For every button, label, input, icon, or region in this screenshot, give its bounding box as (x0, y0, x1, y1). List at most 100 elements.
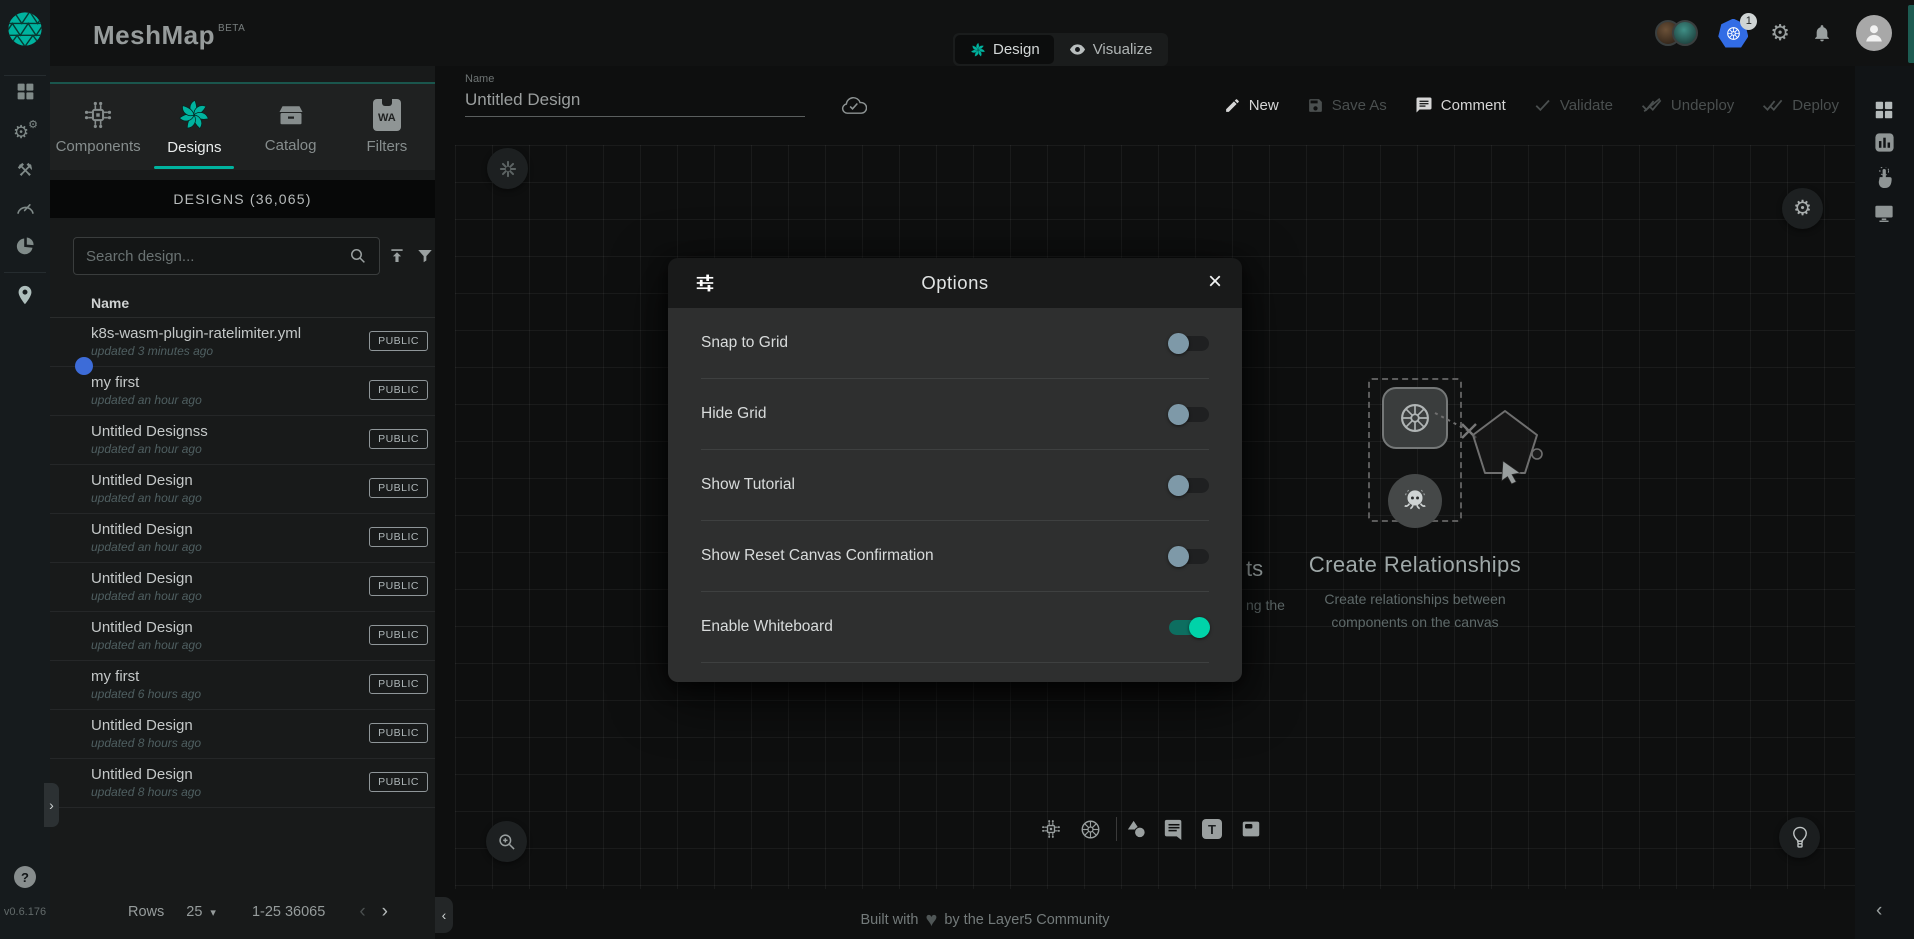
air-balloon-icon (1789, 826, 1811, 850)
tab-design[interactable]: Design (955, 35, 1054, 64)
snap-to-grid-toggle[interactable] (1169, 336, 1209, 351)
design-row[interactable]: Untitled Design updated an hour ago PUBL… (50, 514, 435, 563)
search-input[interactable] (73, 237, 380, 275)
reset-canvas-confirmation-toggle[interactable] (1169, 549, 1209, 564)
publish-balloon-button[interactable] (1779, 817, 1820, 858)
tab-filters[interactable]: WA Filters (339, 84, 435, 170)
header-right-cluster: 1 ⚙ (1655, 0, 1892, 66)
analytics-panel-icon[interactable] (1872, 130, 1896, 154)
performance-gauge-icon[interactable] (0, 192, 50, 222)
design-name-field: Name (465, 73, 805, 117)
undeploy-button[interactable]: Undeploy (1641, 97, 1734, 114)
deploy-button[interactable]: Deploy (1762, 97, 1839, 114)
cloud-saved-icon (840, 93, 867, 115)
dock-kubernetes-icon[interactable] (1078, 817, 1102, 841)
options-modal: Options × Snap to Grid Hide Grid Show Tu… (668, 258, 1242, 682)
dock-media-icon[interactable] (1239, 817, 1263, 841)
meshmap-app: ⚙ ⚙ ⚒ ? v0.6.176 › MeshMap BETA (0, 0, 1914, 939)
chevron-down-icon[interactable]: ▾ (210, 906, 216, 919)
components-circuit-icon (81, 99, 115, 131)
left-drawer-collapse-icon[interactable]: ‹ (435, 897, 453, 933)
design-updated: updated 8 hours ago (91, 736, 201, 750)
dock-component-icon[interactable] (1039, 817, 1063, 841)
visibility-badge: PUBLIC (369, 478, 428, 498)
design-row[interactable]: Untitled Design updated 8 hours ago PUBL… (50, 710, 435, 759)
comment-button[interactable]: Comment (1415, 96, 1506, 114)
hide-grid-toggle[interactable] (1169, 407, 1209, 422)
option-row-enable-whiteboard: Enable Whiteboard (701, 592, 1209, 663)
k8s-context-switcher[interactable]: 1 (1718, 19, 1748, 48)
close-icon[interactable]: × (1208, 268, 1222, 297)
list-column-header: Name (50, 295, 435, 318)
right-tools-rail: ‹ (1855, 66, 1914, 939)
rows-per-page-select[interactable]: 25 (186, 904, 202, 920)
user-avatar[interactable] (1856, 15, 1892, 51)
design-row[interactable]: Untitled Design updated an hour ago PUBL… (50, 563, 435, 612)
meshmap-pinwheel-icon (969, 41, 987, 59)
sidebar-expand-handle[interactable]: › (44, 783, 59, 827)
configuration-tools-icon[interactable]: ⚒ (0, 155, 50, 185)
dock-text-icon[interactable]: T (1200, 817, 1224, 841)
design-name: k8s-wasm-plugin-ratelimiter.yml (91, 325, 301, 342)
design-row[interactable]: Untitled Design updated 8 hours ago PUBL… (50, 759, 435, 808)
lifecycle-gears-icon[interactable]: ⚙ ⚙ (0, 117, 50, 147)
prev-page-button[interactable]: ‹ (359, 901, 365, 923)
enable-whiteboard-toggle[interactable] (1169, 620, 1209, 635)
tab-components[interactable]: Components (50, 84, 146, 170)
design-row[interactable]: my first updated an hour ago PUBLIC (50, 367, 435, 416)
notifications-bell-icon[interactable] (1812, 23, 1832, 43)
design-row[interactable]: Untitled Designss updated an hour ago PU… (50, 416, 435, 465)
wasm-filter-icon: WA (373, 99, 401, 131)
import-design-icon[interactable] (388, 247, 406, 265)
dock-comment-icon[interactable] (1162, 817, 1186, 841)
catalog-drawer-icon (275, 100, 307, 130)
search-icon[interactable] (349, 247, 367, 265)
designs-pinwheel-icon (176, 98, 212, 132)
dashboard-icon[interactable] (0, 76, 50, 106)
canvas-settings-button[interactable]: ⚙ (1782, 188, 1823, 229)
design-row[interactable]: Untitled Design updated an hour ago PUBL… (50, 612, 435, 661)
new-button[interactable]: New (1224, 97, 1279, 114)
tab-designs[interactable]: Designs (146, 84, 242, 170)
widgets-grid-icon[interactable] (1872, 98, 1896, 122)
column-name-label: Name (91, 295, 129, 311)
meshmap-pin-icon[interactable] (0, 280, 50, 310)
show-tutorial-toggle[interactable] (1169, 478, 1209, 493)
design-row[interactable]: k8s-wasm-plugin-ratelimiter.yml updated … (50, 318, 435, 367)
option-row-hide-grid: Hide Grid (701, 379, 1209, 450)
visibility-badge: PUBLIC (369, 527, 428, 547)
option-row-snap-to-grid: Snap to Grid (701, 308, 1209, 379)
layer5-logo-icon[interactable] (6, 10, 44, 48)
options-modal-header[interactable]: Options × (668, 258, 1242, 308)
next-page-button[interactable]: › (382, 901, 388, 923)
left-nav-rail: ⚙ ⚙ ⚒ ? v0.6.176 (0, 0, 50, 939)
tab-catalog[interactable]: Catalog (243, 84, 339, 170)
design-name: my first (91, 374, 139, 391)
validate-button[interactable]: Validate (1534, 97, 1613, 114)
visibility-badge: PUBLIC (369, 674, 428, 694)
design-updated: updated 6 hours ago (91, 687, 201, 701)
right-rail-collapse-icon[interactable]: ‹ (1876, 900, 1882, 922)
collaborator-presence-dot (75, 357, 93, 375)
screen-share-icon[interactable] (1872, 201, 1896, 225)
design-row[interactable]: Untitled Design updated an hour ago PUBL… (50, 465, 435, 514)
tab-visualize[interactable]: Visualize (1054, 35, 1167, 64)
save-as-button[interactable]: Save As (1307, 97, 1387, 114)
design-name-input[interactable] (465, 88, 805, 117)
canvas-quick-settings-button[interactable] (487, 148, 528, 189)
dock-shapes-icon[interactable] (1124, 817, 1148, 841)
filter-funnel-icon[interactable] (416, 247, 434, 265)
octopus-icon (1398, 484, 1432, 518)
comment-icon (1415, 96, 1433, 114)
settings-gear-icon[interactable]: ⚙ (1770, 21, 1790, 46)
dock-divider (1116, 817, 1117, 841)
zoom-in-button[interactable] (486, 821, 527, 862)
design-row[interactable]: my first updated 6 hours ago PUBLIC (50, 661, 435, 710)
collaborator-avatar-2[interactable] (1672, 20, 1698, 46)
tab-visualize-label: Visualize (1093, 41, 1153, 58)
help-button[interactable]: ? (14, 866, 36, 888)
floppy-icon (1307, 97, 1324, 114)
extensions-pie-icon[interactable] (0, 230, 50, 260)
touch-interact-icon[interactable] (1872, 166, 1896, 190)
beta-tag: BETA (218, 23, 245, 34)
